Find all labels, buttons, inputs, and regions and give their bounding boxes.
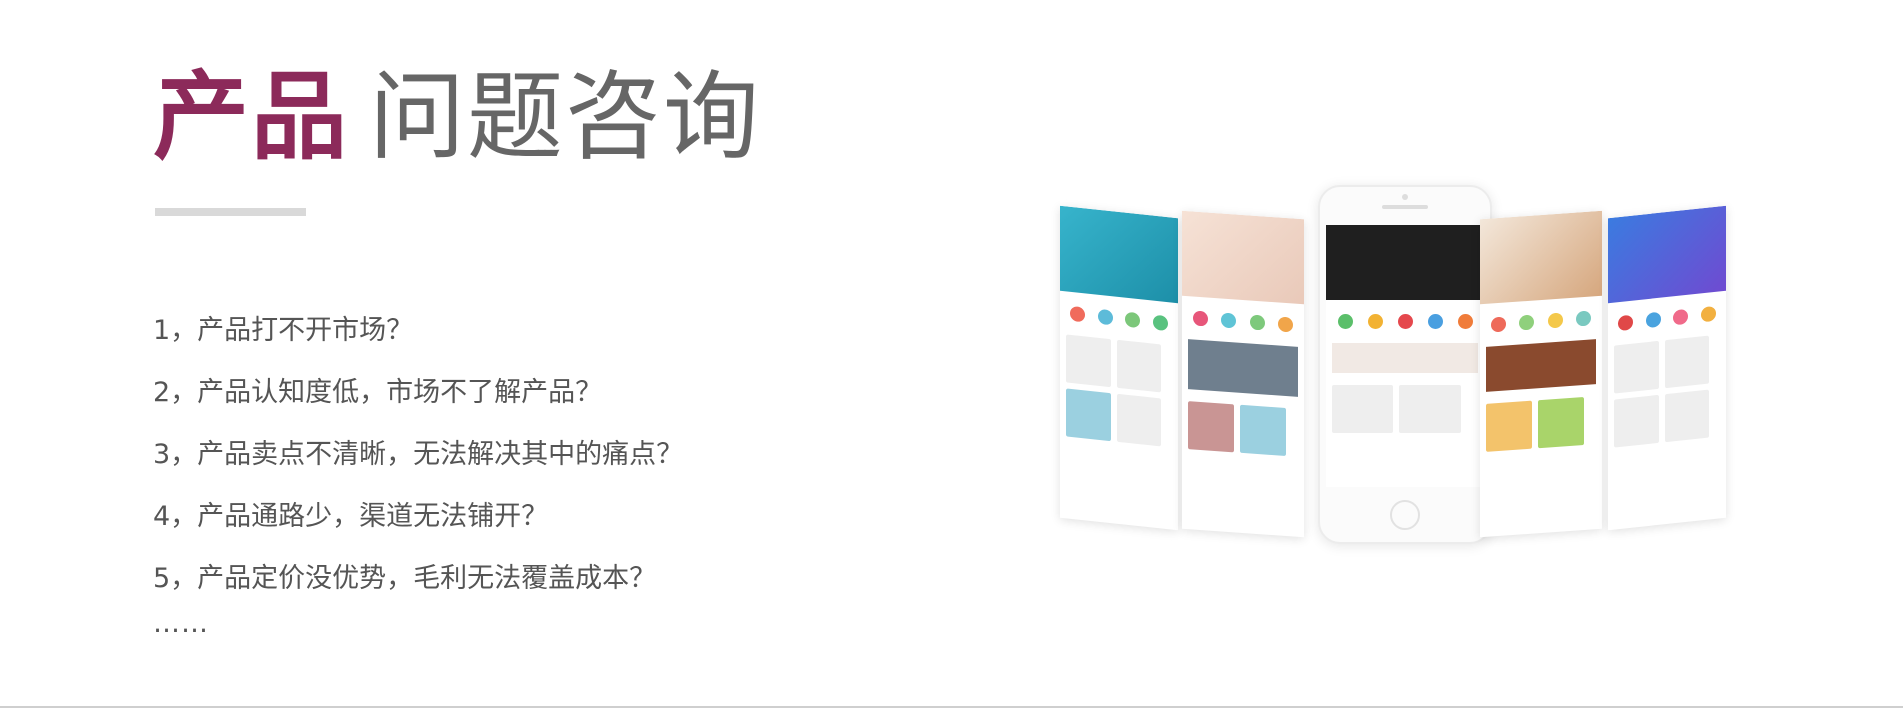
- app-screen-right-inner: [1480, 210, 1602, 538]
- category-icon: [1278, 316, 1294, 333]
- phone-screen: [1326, 225, 1484, 487]
- title-divider: [155, 208, 306, 216]
- question-list: 1，产品打不开市场？ 2，产品认知度低，市场不了解产品？ 3，产品卖点不清晰，无…: [153, 300, 683, 610]
- app-banner: [1182, 210, 1304, 305]
- question-item-2: 2，产品认知度低，市场不了解产品？: [153, 377, 603, 408]
- category-icon: [1192, 310, 1208, 327]
- category-icon: [1070, 305, 1086, 323]
- app-category-icons: [1326, 300, 1484, 337]
- question-item-3: 3，产品卖点不清晰，无法解决其中的痛点？: [153, 439, 684, 470]
- title-accent: 产品: [153, 61, 349, 173]
- page-title: 产品 问题咨询: [153, 62, 761, 172]
- category-icon: [1367, 314, 1383, 329]
- category-icon: [1097, 308, 1113, 326]
- category-icon: [1547, 312, 1563, 329]
- phone-showcase-image: [1060, 185, 1760, 545]
- app-banner: [1480, 210, 1602, 305]
- product-grid: [1326, 379, 1484, 439]
- app-banner: [1060, 205, 1178, 304]
- phone-frame: [1318, 185, 1492, 544]
- product-thumb: [1116, 393, 1162, 447]
- category-icon: [1457, 314, 1473, 329]
- product-thumb: [1116, 339, 1162, 393]
- product-thumb: [1664, 335, 1710, 389]
- category-icon: [1673, 308, 1689, 326]
- question-item-4: 4，产品通路少，渠道无法铺开？: [153, 501, 549, 532]
- product-thumb: [1332, 385, 1394, 433]
- product-thumb: [1486, 400, 1533, 452]
- title-rest: 问题咨询: [369, 61, 761, 173]
- category-icon: [1645, 311, 1661, 329]
- question-item-5: 5，产品定价没优势，毛利无法覆盖成本？: [153, 563, 657, 594]
- app-banner: [1608, 205, 1726, 304]
- product-grid: [1060, 328, 1178, 454]
- app-feature-image: [1486, 339, 1596, 392]
- category-icon: [1700, 305, 1716, 323]
- product-grid: [1480, 390, 1602, 459]
- speaker-grille: [1382, 205, 1428, 209]
- question-item-1: 1，产品打不开市场？: [153, 315, 414, 346]
- category-icon: [1249, 314, 1265, 331]
- category-icon: [1125, 311, 1141, 329]
- category-icon: [1618, 314, 1634, 332]
- app-screen-left-inner: [1182, 210, 1304, 538]
- list-ellipsis: ……: [153, 608, 209, 639]
- app-screen-left-outer: [1060, 205, 1178, 531]
- home-button: [1390, 500, 1420, 530]
- product-thumb: [1240, 404, 1287, 457]
- category-icon: [1337, 314, 1353, 329]
- camera-icon: [1402, 194, 1408, 200]
- product-grid: [1182, 395, 1304, 464]
- product-thumb: [1664, 389, 1710, 443]
- category-icon: [1221, 312, 1237, 329]
- category-icon: [1152, 314, 1168, 332]
- product-thumb: [1188, 401, 1235, 453]
- app-feature-image: [1332, 343, 1478, 373]
- product-thumb: [1614, 340, 1659, 394]
- app-feature-image: [1188, 339, 1298, 397]
- app-banner: [1326, 225, 1484, 300]
- category-icon: [1427, 314, 1443, 329]
- category-icon: [1490, 316, 1506, 333]
- product-thumb: [1399, 385, 1461, 433]
- category-icon: [1519, 314, 1535, 331]
- product-thumb: [1066, 334, 1111, 388]
- product-thumb: [1066, 388, 1111, 442]
- product-grid: [1608, 328, 1726, 454]
- category-icon: [1397, 314, 1413, 329]
- category-icon: [1576, 310, 1592, 327]
- product-thumb: [1614, 394, 1659, 448]
- app-screen-right-outer: [1608, 205, 1726, 531]
- product-thumb: [1538, 396, 1585, 449]
